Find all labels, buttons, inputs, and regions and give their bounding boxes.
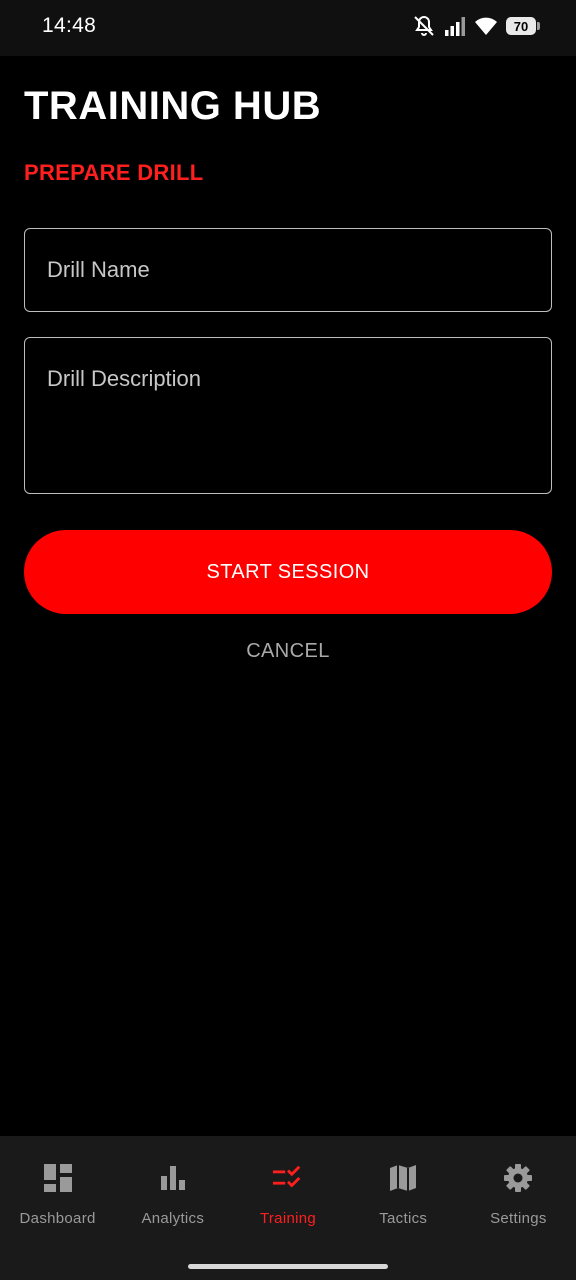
home-indicator[interactable] [188, 1264, 388, 1269]
nav-item-dashboard[interactable]: Dashboard [0, 1136, 115, 1280]
drill-description-input[interactable] [24, 337, 552, 494]
nav-item-analytics[interactable]: Analytics [115, 1136, 230, 1280]
nav-label: Analytics [141, 1210, 205, 1227]
bell-muted-icon [412, 14, 436, 38]
status-icons: 70 [412, 14, 540, 38]
nav-label: Dashboard [19, 1210, 96, 1227]
drill-name-input[interactable] [24, 228, 552, 312]
nav-label: Settings [490, 1210, 547, 1227]
dashboard-icon [42, 1162, 74, 1194]
nav-item-training[interactable]: Training [230, 1136, 345, 1280]
bottom-nav: Dashboard Analytics Training Tactics Set… [0, 1136, 576, 1280]
nav-item-tactics[interactable]: Tactics [346, 1136, 461, 1280]
start-session-button[interactable]: START SESSION [24, 530, 552, 614]
checklist-icon [272, 1162, 304, 1194]
section-title: PREPARE DRILL [24, 160, 204, 185]
nav-label: Tactics [379, 1210, 428, 1227]
page-title: TRAINING HUB [24, 84, 322, 128]
status-time: 14:48 [42, 14, 97, 37]
status-bar: 14:48 70 [0, 0, 576, 56]
bar-chart-icon [157, 1162, 189, 1194]
nav-label: Training [259, 1210, 317, 1227]
map-icon [387, 1162, 419, 1194]
signal-icon [444, 15, 466, 37]
battery-icon: 70 [506, 17, 540, 35]
wifi-icon [474, 15, 498, 37]
cancel-button[interactable]: CANCEL [188, 630, 388, 672]
gear-icon [502, 1162, 534, 1194]
nav-item-settings[interactable]: Settings [461, 1136, 576, 1280]
